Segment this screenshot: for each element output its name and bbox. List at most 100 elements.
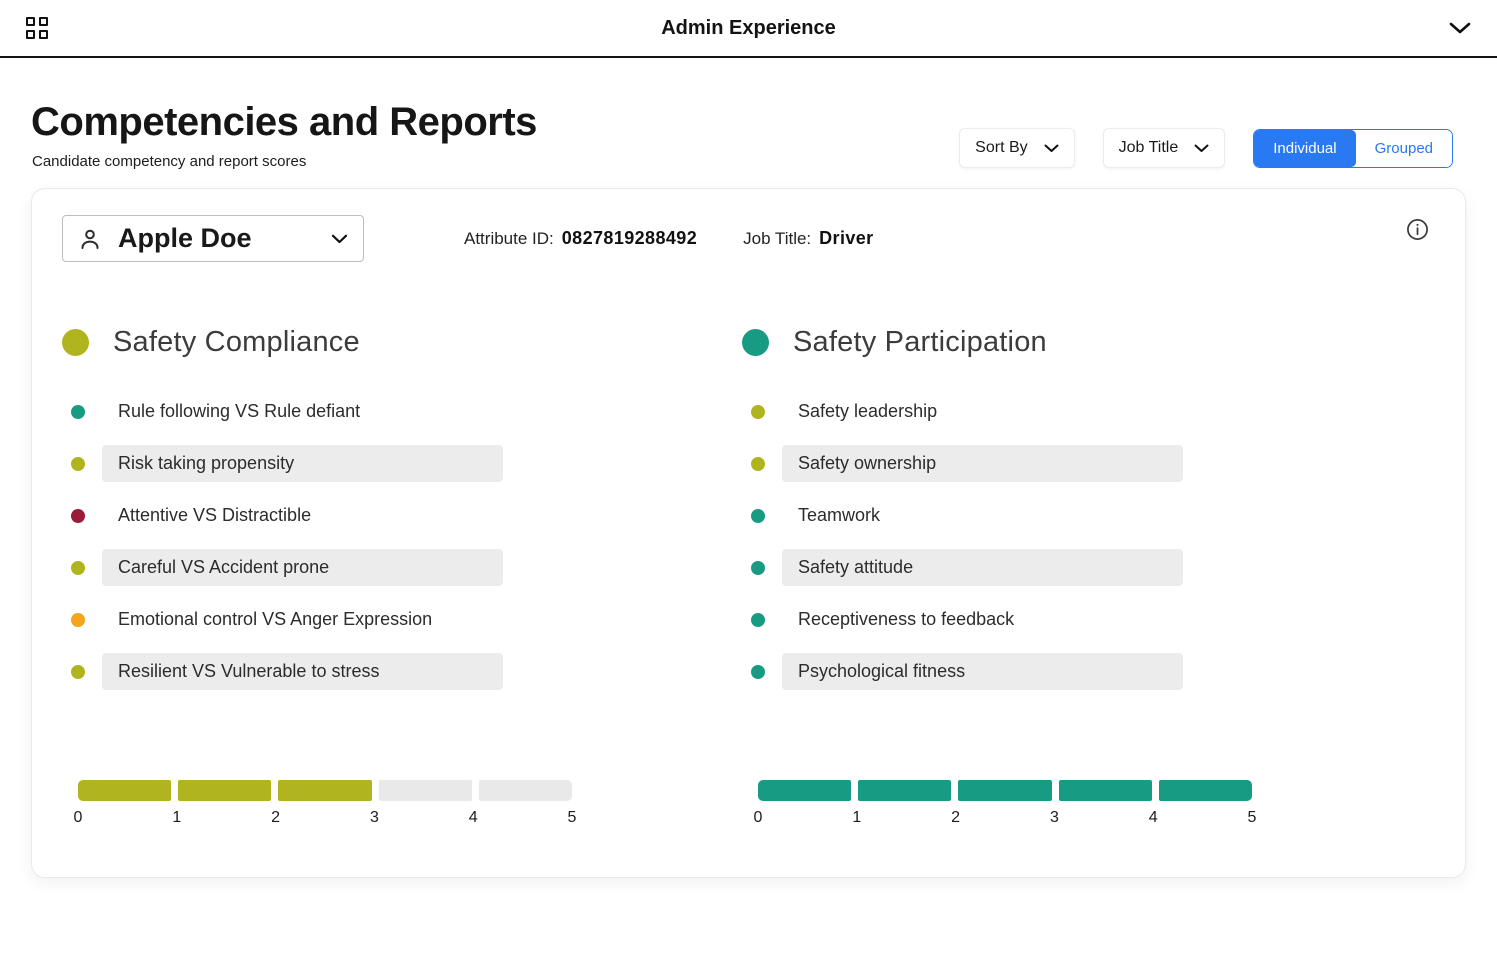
column-header: Safety Compliance xyxy=(62,326,574,359)
list-item: Safety leadership xyxy=(742,393,1254,430)
competency-label: Teamwork xyxy=(798,505,881,525)
column-title: Safety Compliance xyxy=(113,326,360,358)
page-title-block: Competencies and Reports Candidate compe… xyxy=(31,100,537,170)
competency-label: Safety leadership xyxy=(798,401,938,421)
toggle-grouped[interactable]: Grouped xyxy=(1355,129,1452,167)
bar-segment xyxy=(1158,780,1253,801)
tick-label: 2 xyxy=(271,809,281,826)
list-item: Psychological fitness xyxy=(742,653,1254,690)
competency-dot-icon xyxy=(71,612,85,627)
bar-segment xyxy=(378,780,472,801)
list-item: Teamwork xyxy=(742,497,1254,534)
card-header: Apple Doe Attribute ID: 0827819288492 Jo… xyxy=(62,215,1435,262)
info-icon[interactable] xyxy=(1400,217,1435,246)
chevron-down-icon xyxy=(1044,144,1059,152)
toolbar: Sort By Job Title Individual Grouped xyxy=(959,128,1453,170)
main-content: Competencies and Reports Candidate compe… xyxy=(0,58,1497,878)
competency-list: Rule following VS Rule defiant Risk taki… xyxy=(62,393,574,690)
score-bar-segments xyxy=(758,780,1253,801)
category-dot-icon xyxy=(742,329,769,356)
person-icon xyxy=(81,229,99,249)
job-title-label: Job Title: xyxy=(743,229,812,248)
competency-label: Risk taking propensity xyxy=(102,445,503,482)
chevron-down-icon[interactable] xyxy=(1449,22,1471,35)
competency-dot-icon xyxy=(71,456,85,471)
attribute-id-label: Attribute ID: xyxy=(464,229,554,248)
apps-grid-icon[interactable] xyxy=(26,17,48,39)
sort-by-label: Sort By xyxy=(975,139,1028,156)
column-safety-participation: Safety Participation Safety leadership S… xyxy=(742,326,1256,827)
sort-by-dropdown[interactable]: Sort By xyxy=(959,128,1075,168)
job-title-dropdown[interactable]: Job Title xyxy=(1102,128,1226,168)
tick-label: 2 xyxy=(951,809,961,826)
competency-label: Emotional control VS Anger Expression xyxy=(118,609,433,629)
column-safety-compliance: Safety Compliance Rule following VS Rule… xyxy=(62,326,576,827)
bar-segment xyxy=(1058,780,1152,801)
competency-dot-icon xyxy=(751,560,765,575)
attribute-id-meta: Attribute ID: 0827819288492 xyxy=(464,228,697,249)
competency-label: Careful VS Accident prone xyxy=(102,549,503,586)
competency-dot-icon xyxy=(751,456,765,471)
competency-dot-icon xyxy=(751,404,765,419)
candidate-name: Apple Doe xyxy=(118,223,252,253)
column-title: Safety Participation xyxy=(793,326,1047,358)
competency-dot-icon xyxy=(751,612,765,627)
bar-segment xyxy=(478,780,573,801)
bar-segment xyxy=(178,780,272,801)
score-bar: 0 1 2 3 4 5 xyxy=(754,780,1256,827)
category-dot-icon xyxy=(62,329,89,356)
list-item: Risk taking propensity xyxy=(62,445,574,482)
chevron-down-icon xyxy=(1194,144,1209,152)
grid-square xyxy=(26,17,35,26)
competency-dot-icon xyxy=(71,404,85,419)
tick-label: 1 xyxy=(172,809,182,826)
score-axis: 0 1 2 3 4 5 xyxy=(751,809,1259,827)
bar-segment xyxy=(958,780,1052,801)
tick-label: 4 xyxy=(1148,809,1158,826)
page-subtitle: Candidate competency and report scores xyxy=(32,153,307,170)
candidate-select[interactable]: Apple Doe xyxy=(62,215,364,262)
toggle-individual[interactable]: Individual xyxy=(1254,129,1356,167)
list-item: Safety ownership xyxy=(742,445,1254,482)
score-bar-segments xyxy=(78,780,573,801)
bar-segment xyxy=(858,780,952,801)
competency-label: Psychological fitness xyxy=(782,653,1183,690)
competency-label: Attentive VS Distractible xyxy=(118,505,312,525)
bar-segment xyxy=(78,780,172,801)
view-toggle: Individual Grouped xyxy=(1253,128,1453,168)
column-header: Safety Participation xyxy=(742,326,1254,359)
tick-label: 3 xyxy=(369,809,379,826)
competency-dot-icon xyxy=(71,664,85,679)
job-title-value: Driver xyxy=(819,228,874,248)
competency-label: Resilient VS Vulnerable to stress xyxy=(102,653,503,690)
competency-label: Safety attitude xyxy=(782,549,1183,586)
competency-list: Safety leadership Safety ownership Teamw… xyxy=(742,393,1254,690)
list-item: Rule following VS Rule defiant xyxy=(62,393,574,430)
competency-dot-icon xyxy=(751,664,765,679)
tick-label: 1 xyxy=(852,809,862,826)
list-item: Resilient VS Vulnerable to stress xyxy=(62,653,574,690)
job-title-filter-label: Job Title xyxy=(1118,139,1179,156)
tick-label: 5 xyxy=(567,809,577,826)
grid-square xyxy=(39,30,48,39)
list-item: Receptiveness to feedback xyxy=(742,601,1254,638)
tick-label: 4 xyxy=(468,809,478,826)
job-title-meta: Job Title: Driver xyxy=(743,228,873,249)
attribute-id-value: 0827819288492 xyxy=(561,228,698,248)
competency-label: Receptiveness to feedback xyxy=(798,609,1015,629)
score-axis: 0 1 2 3 4 5 xyxy=(71,809,579,827)
list-item: Emotional control VS Anger Expression xyxy=(62,601,574,638)
tick-label: 3 xyxy=(1049,809,1059,826)
list-item: Careful VS Accident prone xyxy=(62,549,574,586)
score-bar: 0 1 2 3 4 5 xyxy=(74,780,576,827)
grid-square xyxy=(39,17,48,26)
top-bar: Admin Experience xyxy=(0,0,1497,58)
tick-label: 0 xyxy=(73,809,83,826)
page-title: Competencies and Reports xyxy=(31,100,537,144)
chevron-down-icon xyxy=(331,234,348,243)
competency-label: Safety ownership xyxy=(782,445,1183,482)
grid-square xyxy=(26,30,35,39)
bar-segment xyxy=(278,780,372,801)
app-title: Admin Experience xyxy=(661,16,836,39)
competency-label: Rule following VS Rule defiant xyxy=(118,401,361,421)
